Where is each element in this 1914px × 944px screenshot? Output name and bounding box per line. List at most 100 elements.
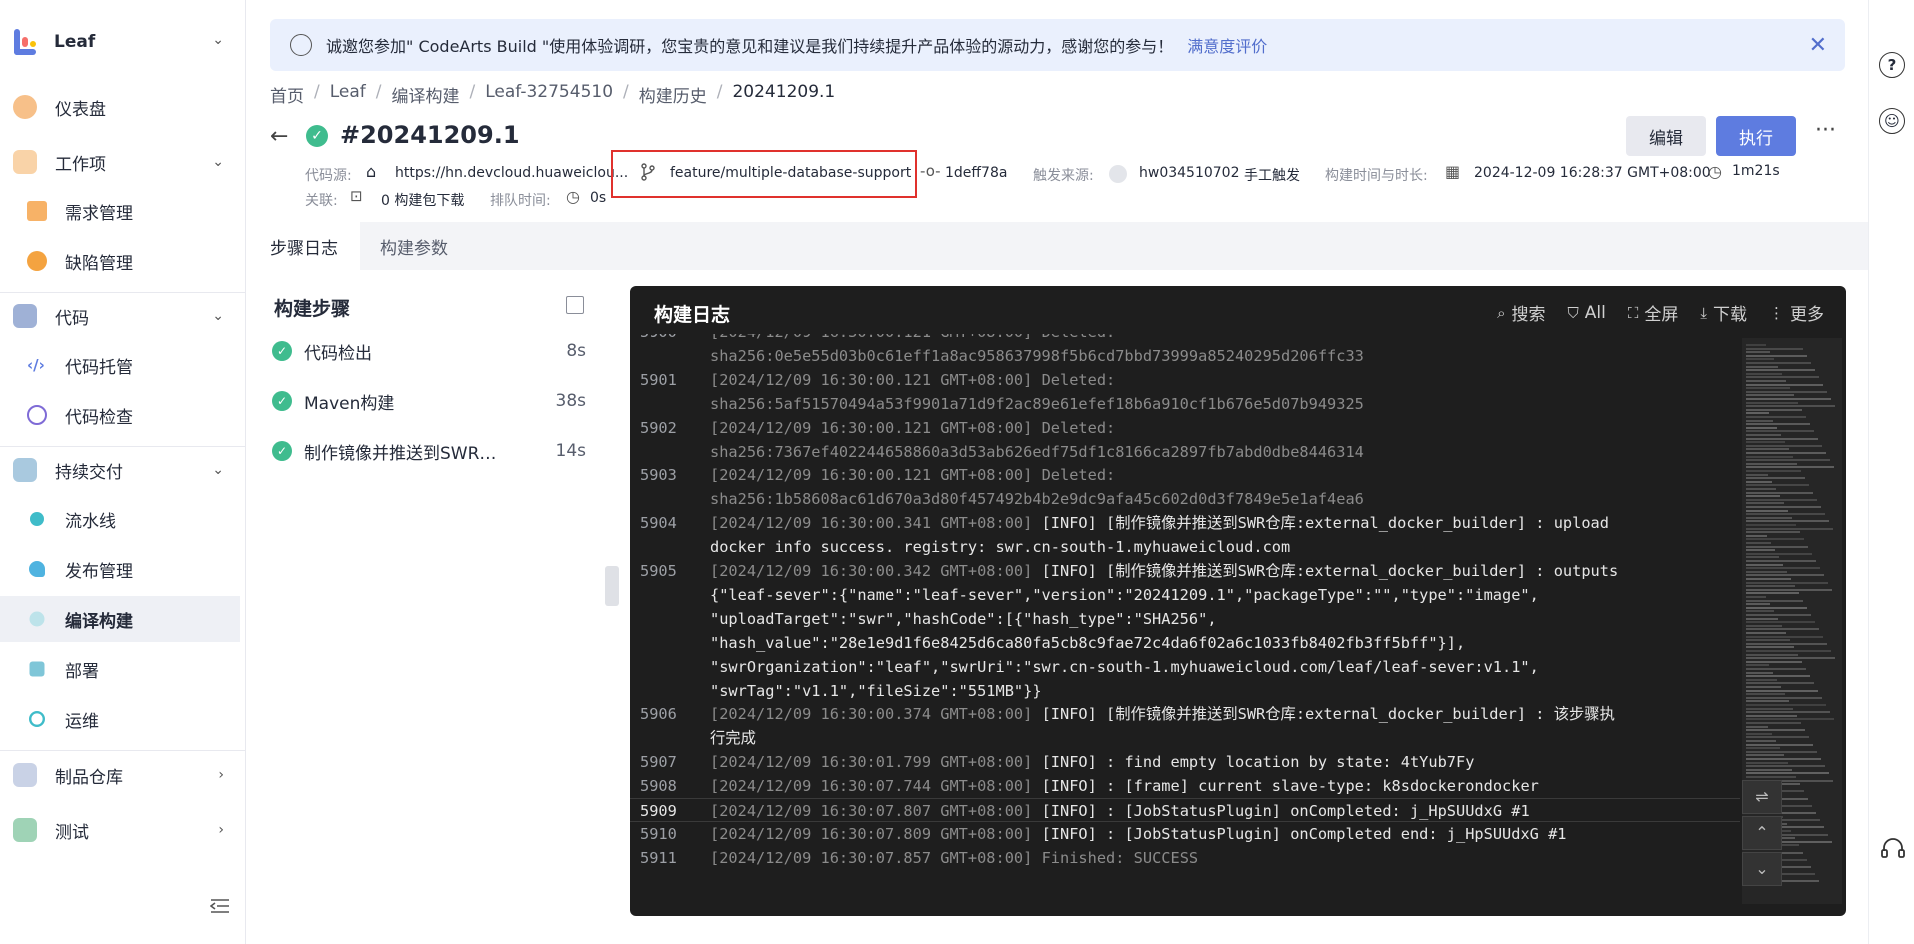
log-fullscreen-button[interactable]: ⛶ 全屏 bbox=[1627, 300, 1679, 326]
minimap-row bbox=[1746, 596, 1766, 598]
minimap-row bbox=[1746, 452, 1826, 454]
sidebar: Leaf ⌄ 仪表盘 工作项 ⌄ 需求管理 缺陷管理 代码 ⌄ ‹/› 代码托管… bbox=[0, 0, 246, 944]
edit-button[interactable]: 编辑 bbox=[1626, 116, 1706, 156]
line-number: 5903 bbox=[640, 466, 677, 485]
minimap-row bbox=[1746, 495, 1780, 498]
sidebar-item-cd[interactable]: 持续交付 ⌄ bbox=[0, 447, 246, 493]
clock-icon: ◷ bbox=[1708, 162, 1722, 181]
minimap-row bbox=[1746, 725, 1768, 728]
log-text: sha256:5af51570494a53f9901a71d9f2ac89e61… bbox=[710, 394, 1364, 413]
wrap-toggle-icon[interactable]: ⇌ bbox=[1742, 780, 1782, 814]
sidebar-item-release[interactable]: 发布管理 bbox=[0, 546, 246, 592]
sidebar-item-codecheck[interactable]: 代码检查 bbox=[0, 392, 246, 438]
sidebar-item-label: 需求管理 bbox=[65, 203, 133, 224]
minimap-row bbox=[1746, 570, 1787, 573]
log-text: 行完成 bbox=[710, 729, 756, 748]
minimap-row bbox=[1746, 754, 1784, 757]
log-text: [INFO] : find empty location by state: 4… bbox=[1041, 753, 1475, 772]
scroll-down-icon[interactable]: ⌄ bbox=[1742, 852, 1782, 886]
sidebar-item-requirements[interactable]: 需求管理 bbox=[0, 188, 246, 234]
sidebar-item-build[interactable]: 编译构建 bbox=[0, 596, 240, 642]
survey-link[interactable]: 满意度评价 bbox=[1187, 33, 1267, 57]
customer-service-icon[interactable] bbox=[1880, 836, 1906, 862]
back-arrow-icon[interactable]: ← bbox=[270, 124, 288, 149]
log-content[interactable]: 5900[2024/12/09 16:30:00.121 GMT+08:00] … bbox=[630, 334, 1740, 904]
sidebar-item-pipeline[interactable]: 流水线 bbox=[0, 496, 246, 542]
project-switcher[interactable]: Leaf ⌄ bbox=[0, 16, 246, 68]
minimap-row bbox=[1746, 740, 1776, 742]
step-name: 代码检出 bbox=[304, 343, 372, 364]
breadcrumb-build[interactable]: 编译构建 bbox=[392, 82, 460, 107]
collapse-panel-icon[interactable] bbox=[566, 296, 584, 314]
minimap-row bbox=[1746, 398, 1831, 400]
sidebar-item-dashboard[interactable]: 仪表盘 bbox=[0, 84, 246, 130]
log-more-button[interactable]: ⋮ 更多 bbox=[1769, 300, 1824, 326]
minimap-row bbox=[1746, 696, 1822, 699]
tab-step-log[interactable]: 步骤日志 bbox=[248, 222, 360, 270]
commit-id[interactable]: 1deff78a bbox=[945, 165, 1007, 181]
minimap-row bbox=[1746, 488, 1776, 490]
minimap-row bbox=[1746, 549, 1775, 552]
close-icon[interactable]: ✕ bbox=[1809, 33, 1827, 58]
line-number: 5910 bbox=[640, 824, 677, 843]
log-timestamp: [2024/12/09 16:30:00.341 GMT+08:00] bbox=[710, 514, 1033, 533]
sidebar-item-defects[interactable]: 缺陷管理 bbox=[0, 238, 246, 284]
minimap-row bbox=[1746, 707, 1793, 710]
log-line: {"leaf-sever":{"name":"leaf-sever","vers… bbox=[630, 583, 1740, 607]
project-logo-icon bbox=[12, 27, 40, 57]
package-download-link[interactable]: 0 构建包下载 bbox=[381, 190, 464, 210]
sidebar-item-repo[interactable]: ‹/› 代码托管 bbox=[0, 342, 246, 388]
panel-splitter[interactable] bbox=[605, 566, 619, 606]
minimap-row bbox=[1746, 390, 1827, 393]
log-line: 5905 [2024/12/09 16:30:00.342 GMT+08:00] … bbox=[630, 559, 1740, 583]
minimap-row bbox=[1746, 772, 1829, 775]
minimap-row bbox=[1746, 444, 1822, 447]
breadcrumb-home[interactable]: 首页 bbox=[270, 82, 304, 107]
success-icon: ✓ bbox=[306, 125, 328, 147]
log-line: "uploadTarget":"swr","hashCode":[{"hash_… bbox=[630, 607, 1740, 631]
feedback-smile-icon[interactable]: ☺ bbox=[1879, 108, 1905, 134]
more-icon[interactable]: ··· bbox=[1815, 118, 1836, 143]
sidebar-item-test[interactable]: 测试 › bbox=[0, 807, 246, 853]
sidebar-item-code[interactable]: 代码 ⌄ bbox=[0, 293, 246, 339]
package-icon: ⊡ bbox=[350, 187, 363, 205]
log-line: 5909 [2024/12/09 16:30:07.807 GMT+08:00] … bbox=[630, 798, 1740, 822]
minimap-row bbox=[1746, 682, 1814, 685]
sidebar-item-ops[interactable]: 运维 bbox=[0, 696, 246, 742]
minimap-row bbox=[1746, 344, 1766, 346]
step-item[interactable]: ✓ 制作镜像并推送到SWR仓库 14s bbox=[272, 436, 586, 466]
minimap-row bbox=[1746, 534, 1767, 537]
minimap-row bbox=[1746, 354, 1807, 357]
minimap-row bbox=[1746, 552, 1812, 555]
run-button[interactable]: 执行 bbox=[1716, 116, 1796, 156]
minimap-row bbox=[1746, 369, 1815, 372]
help-icon[interactable]: ? bbox=[1879, 52, 1905, 78]
log-timestamp: [2024/12/09 16:30:00.121 GMT+08:00] bbox=[710, 466, 1033, 485]
log-search-button[interactable]: ⌕ 搜索 bbox=[1497, 300, 1545, 326]
step-item[interactable]: ✓ Maven构建 38s bbox=[272, 386, 586, 416]
tab-build-params[interactable]: 构建参数 bbox=[358, 222, 470, 270]
sidebar-item-work[interactable]: 工作项 ⌄ bbox=[0, 139, 246, 185]
source-url[interactable]: https://hn.devcloud.huaweiclou... bbox=[395, 165, 628, 181]
minimap-row bbox=[1746, 556, 1779, 559]
breadcrumb-project[interactable]: Leaf bbox=[330, 82, 366, 107]
log-filter-button[interactable]: ⛉ All bbox=[1568, 300, 1606, 325]
collapse-sidebar-icon[interactable] bbox=[210, 898, 230, 914]
minimap-row bbox=[1746, 538, 1804, 541]
log-download-button[interactable]: ⤓ 下载 bbox=[1700, 300, 1747, 326]
code-repo-icon: ‹/› bbox=[27, 356, 45, 374]
fullscreen-icon: ⛶ bbox=[1627, 303, 1639, 322]
sidebar-item-label: 工作项 bbox=[55, 154, 106, 175]
sidebar-item-deploy[interactable]: 部署 bbox=[0, 646, 246, 692]
scroll-up-icon[interactable]: ⌃ bbox=[1742, 816, 1782, 850]
breadcrumb-history[interactable]: 构建历史 bbox=[639, 82, 707, 107]
breadcrumb-current: 20241209.1 bbox=[732, 82, 836, 102]
minimap-row bbox=[1746, 545, 1808, 548]
sidebar-item-artifact[interactable]: 制品仓库 › bbox=[0, 752, 246, 798]
minimap-row bbox=[1746, 581, 1828, 584]
minimap-row bbox=[1746, 362, 1811, 364]
success-icon: ✓ bbox=[272, 341, 292, 361]
breadcrumb-job[interactable]: Leaf-32754510 bbox=[485, 82, 613, 107]
step-item[interactable]: ✓ 代码检出 8s bbox=[272, 336, 586, 366]
calendar-icon: ▦ bbox=[1445, 162, 1461, 181]
